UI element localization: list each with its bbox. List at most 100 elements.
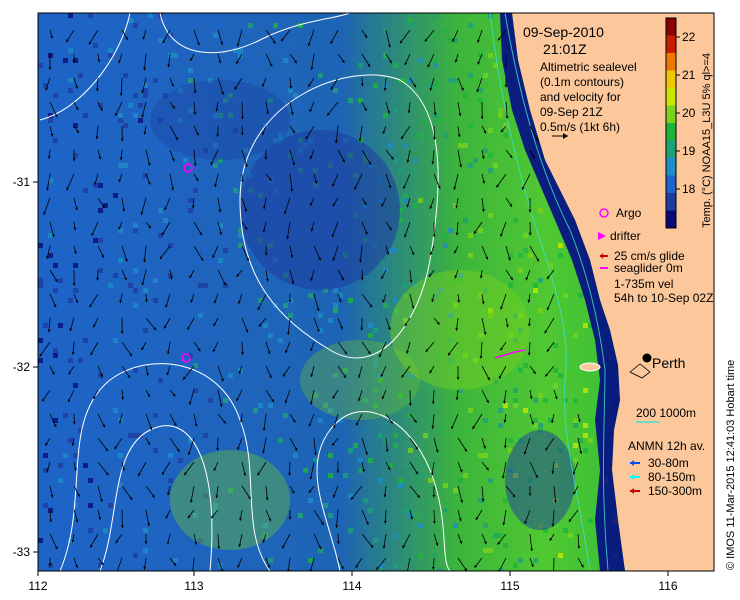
sst-pixel xyxy=(518,268,523,273)
sst-pixel xyxy=(573,458,578,463)
sst-pixel xyxy=(568,533,573,538)
sst-pixel xyxy=(113,548,118,553)
anmn-item-1: 30-80m xyxy=(648,456,689,470)
sst-pixel xyxy=(453,523,458,528)
sst-pixel xyxy=(168,453,173,458)
sst-pixel xyxy=(113,338,118,343)
sst-pixel xyxy=(433,553,438,558)
sst-pixel xyxy=(433,58,438,63)
sst-pixel xyxy=(128,283,133,288)
sst-pixel xyxy=(133,303,138,308)
window-legend-label: 54h to 10-Sep 02Z xyxy=(614,291,713,305)
sst-pixel xyxy=(133,518,138,523)
sst-pixel xyxy=(203,433,208,438)
sst-pixel xyxy=(248,23,253,28)
sst-pixel xyxy=(188,68,193,73)
sst-pixel xyxy=(53,348,58,353)
sst-pixel xyxy=(393,158,398,163)
sst-pixel xyxy=(153,498,158,503)
sst-pixel xyxy=(393,298,398,303)
sst-pixel xyxy=(418,473,423,478)
sst-pixel xyxy=(78,358,83,363)
sst-pixel xyxy=(468,233,473,238)
sst-pixel xyxy=(513,398,518,403)
sst-pixel xyxy=(268,558,273,563)
sst-pixel xyxy=(53,288,58,293)
sst-pixel xyxy=(448,228,453,233)
sst-pixel xyxy=(458,143,463,148)
sst-pixel xyxy=(73,288,78,293)
sst-pixel xyxy=(133,288,138,293)
sst-pixel xyxy=(383,28,388,33)
sst-pixel xyxy=(258,403,263,408)
sst-pixel xyxy=(463,218,468,223)
sst-pixel xyxy=(158,38,163,43)
sst-pixel xyxy=(308,293,313,298)
sst-pixel xyxy=(108,83,113,88)
anmn-item-3: 150-300m xyxy=(648,484,702,498)
x-axis xyxy=(37,571,669,576)
sst-pixel xyxy=(203,248,208,253)
sst-pixel xyxy=(488,128,493,133)
sst-pixel xyxy=(583,323,588,328)
sst-pixel xyxy=(58,278,63,283)
sst-pixel xyxy=(133,268,138,273)
sst-pixel xyxy=(98,268,103,273)
sst-pixel xyxy=(133,553,138,558)
sst-pixel xyxy=(73,383,78,388)
sst-pixel xyxy=(138,103,143,108)
sst-pixel xyxy=(153,353,158,358)
sst-pixel xyxy=(188,198,193,203)
sst-pixel xyxy=(153,278,158,283)
sst-pixel xyxy=(538,278,543,283)
sst-pixel xyxy=(63,453,68,458)
sst-pixel xyxy=(518,558,523,563)
sst-pixel xyxy=(118,258,123,263)
desc-line-4: 09-Sep 21Z xyxy=(540,105,603,119)
sst-pixel xyxy=(58,28,63,33)
sst-pixel xyxy=(288,88,293,93)
sst-pixel xyxy=(583,448,588,453)
sst-pixel xyxy=(93,238,98,243)
sst-pixel xyxy=(538,308,543,313)
sst-pixel xyxy=(278,338,283,343)
sst-pixel xyxy=(513,403,518,408)
sst-pixel xyxy=(428,478,433,483)
sst-pixel xyxy=(418,198,423,203)
sst-pixel xyxy=(403,508,408,513)
colorbar-band xyxy=(666,175,676,194)
sst-pixel xyxy=(98,238,103,243)
sst-pixel xyxy=(73,453,78,458)
sst-pixel xyxy=(393,108,398,113)
sst-pixel xyxy=(43,453,48,458)
sst-pixel xyxy=(343,473,348,478)
sst-pixel xyxy=(53,93,58,98)
sst-pixel xyxy=(398,168,403,173)
sst-pixel xyxy=(38,278,43,283)
sst-pixel xyxy=(68,268,73,273)
colorbar-band xyxy=(666,193,676,211)
sst-pixel xyxy=(98,208,103,213)
sst-pixel xyxy=(283,58,288,63)
sst-pixel xyxy=(88,553,93,558)
sst-pixel xyxy=(118,113,123,118)
sst-pixel xyxy=(413,513,418,518)
velocity-arrow xyxy=(553,557,555,571)
sst-pixel xyxy=(513,388,518,393)
sst-pixel xyxy=(213,358,218,363)
sst-pixel xyxy=(448,78,453,83)
sst-pixel xyxy=(418,133,423,138)
sst-pixel xyxy=(358,63,363,68)
sst-pixel xyxy=(213,163,218,168)
sst-pixel xyxy=(538,393,543,398)
sst-pixel xyxy=(183,173,188,178)
sst-pixel xyxy=(373,538,378,543)
sst-pixel xyxy=(533,558,538,563)
desc-line-5: 0.5m/s (1kt 6h) xyxy=(540,120,620,134)
sst-pixel xyxy=(88,478,93,483)
sst-pixel xyxy=(178,458,183,463)
sst-pixel xyxy=(368,323,373,328)
sst-pixel xyxy=(423,118,428,123)
sst-pixel xyxy=(253,298,258,303)
sst-pixel xyxy=(418,58,423,63)
